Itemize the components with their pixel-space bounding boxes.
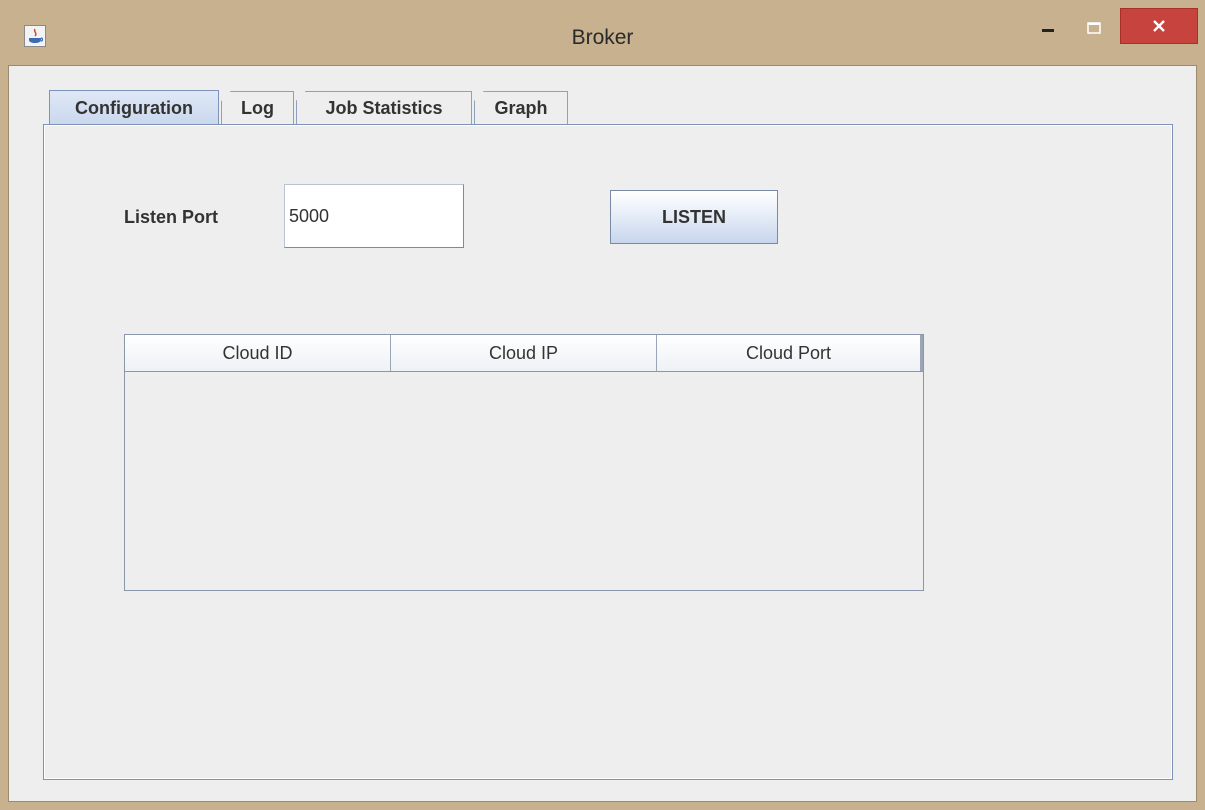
column-header-cloud-port[interactable]: Cloud Port — [657, 335, 923, 371]
listen-port-label: Listen Port — [124, 207, 219, 227]
close-button[interactable] — [1120, 8, 1198, 44]
close-icon — [1153, 20, 1165, 32]
cloud-table[interactable]: Cloud ID Cloud IP Cloud Port — [124, 334, 924, 591]
window-content: Configuration Log Job Statistics Graph L… — [8, 65, 1197, 802]
window-title: Broker — [571, 26, 634, 49]
maximize-icon — [1087, 22, 1101, 34]
tab-job-statistics[interactable]: Job Statistics — [296, 91, 472, 124]
tab-configuration[interactable]: Configuration — [49, 90, 219, 126]
tab-log-label: Log — [241, 97, 274, 118]
configuration-panel: Listen Port LISTEN Cloud ID Cloud IP Clo… — [43, 124, 1173, 780]
tab-configuration-label: Configuration — [75, 98, 193, 118]
minimize-button[interactable] — [1030, 9, 1066, 47]
minimize-icon — [1042, 29, 1054, 32]
broker-window: Broker Configuration Log Job Statistics — [0, 0, 1205, 810]
maximize-button[interactable] — [1076, 9, 1112, 47]
tab-graph[interactable]: Graph — [474, 91, 568, 124]
listen-button[interactable]: LISTEN — [610, 190, 778, 244]
column-header-cloud-ip[interactable]: Cloud IP — [391, 335, 657, 371]
tab-job-statistics-label: Job Statistics — [325, 97, 443, 118]
title-bar[interactable]: Broker — [0, 0, 1205, 65]
table-header: Cloud ID Cloud IP Cloud Port — [125, 335, 923, 372]
tab-log[interactable]: Log — [221, 91, 294, 124]
tab-graph-label: Graph — [494, 97, 548, 118]
column-header-cloud-id[interactable]: Cloud ID — [125, 335, 391, 371]
listen-port-input[interactable] — [284, 184, 464, 248]
table-body[interactable] — [125, 372, 923, 590]
